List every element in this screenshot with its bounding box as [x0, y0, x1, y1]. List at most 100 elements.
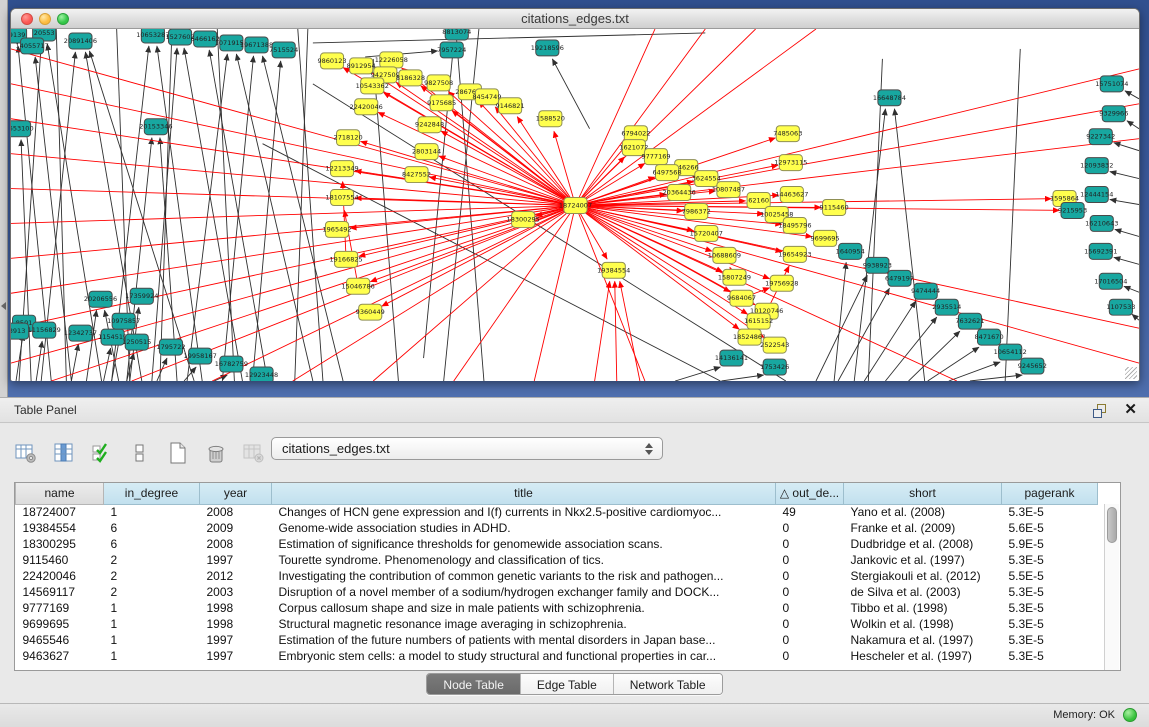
graph-node[interactable]: 19166825	[329, 251, 362, 267]
graph-node[interactable]: 12213349	[325, 161, 358, 177]
table-row[interactable]: 969969511998Structural magnetic resonanc…	[16, 616, 1098, 632]
table-row[interactable]: 946554611997Estimation of the future num…	[16, 632, 1098, 648]
float-panel-button[interactable]	[1093, 403, 1109, 419]
graph-node[interactable]: 15751074	[1095, 76, 1128, 92]
network-window-titlebar[interactable]: citations_edges.txt	[11, 9, 1139, 29]
graph-node[interactable]: 9245652	[1018, 358, 1047, 374]
graph-node[interactable]: 15720407	[690, 225, 723, 241]
graph-node[interactable]: 10543362	[356, 78, 389, 94]
graph-node[interactable]: 1615152	[744, 313, 773, 329]
graph-node[interactable]: 2935514	[932, 299, 961, 315]
table-row[interactable]: 1830029562008Estimation of significance …	[16, 536, 1098, 552]
graph-node[interactable]: 9227342	[1086, 129, 1115, 145]
graph-node[interactable]: 10975857	[107, 313, 140, 329]
table-row[interactable]: 1456911722003Disruption of a novel membe…	[16, 584, 1098, 600]
graph-node[interactable]: 9860123	[317, 53, 346, 69]
graph-node[interactable]: 18107554	[325, 190, 358, 206]
graph-node[interactable]: 10654112	[994, 344, 1027, 360]
graph-node[interactable]: 7485063	[773, 126, 802, 142]
graph-node[interactable]: 3913	[11, 323, 29, 339]
column-header-name[interactable]: name	[16, 483, 104, 504]
graph-node[interactable]: 1795722	[156, 339, 185, 355]
table-scrollbar[interactable]	[1104, 504, 1119, 671]
graph-node[interactable]: 14055717	[16, 38, 49, 54]
graph-node[interactable]: 6497568	[653, 165, 682, 181]
graph-node[interactable]: 9474444	[911, 283, 940, 299]
graph-node[interactable]: 12226058	[375, 52, 408, 68]
graph-node[interactable]: 17359924	[125, 288, 158, 304]
table-row[interactable]: 946362711997Embryonic stem cells: a mode…	[16, 648, 1098, 664]
tab-network-table[interactable]: Network Table	[614, 674, 722, 694]
table-row[interactable]: 2242004622012Investigating the contribut…	[16, 568, 1098, 584]
graph-node[interactable]: 15046786	[342, 278, 375, 294]
graph-node[interactable]: 18724007	[559, 198, 592, 214]
table-selector-combobox[interactable]: citations_edges.txt	[271, 437, 663, 460]
graph-node[interactable]: 12093832	[1080, 158, 1113, 174]
table-row[interactable]: 911546021997Tourette syndrome. Phenomeno…	[16, 552, 1098, 568]
graph-node[interactable]: 12444154	[1080, 187, 1113, 203]
graph-node[interactable]: 19654923	[778, 246, 811, 262]
graph-node[interactable]: 20364436	[663, 185, 696, 201]
select-columns-button[interactable]	[90, 441, 114, 465]
graph-node[interactable]: 15807249	[718, 269, 751, 285]
graph-node[interactable]: 9684067	[727, 290, 756, 306]
graph-node[interactable]: 7986372	[682, 204, 711, 220]
graph-node[interactable]: 1965492	[322, 221, 351, 237]
left-splitter[interactable]	[0, 0, 8, 397]
close-window-button[interactable]	[21, 13, 33, 25]
tab-node-table[interactable]: Node Table	[427, 674, 521, 694]
graph-node[interactable]: 1588520	[536, 111, 565, 127]
column-header-pagerank[interactable]: pagerank	[1002, 483, 1098, 504]
graph-node[interactable]: 8186328	[396, 70, 425, 86]
graph-node[interactable]: 9215953	[1058, 203, 1087, 219]
graph-node[interactable]: 16648784	[873, 90, 906, 106]
graph-node[interactable]: 2522543	[760, 337, 789, 353]
graph-node[interactable]: 14136141	[715, 350, 748, 366]
graph-node[interactable]: 9329966	[1099, 106, 1128, 122]
column-header-short[interactable]: short	[844, 483, 1002, 504]
graph-node[interactable]: 9360449	[356, 304, 385, 320]
delete-attribute-button[interactable]	[204, 441, 228, 465]
show-column-button[interactable]	[52, 441, 76, 465]
graph-node[interactable]: 19756928	[765, 275, 798, 291]
delete-table-button-disabled[interactable]	[242, 441, 266, 465]
graph-node[interactable]: 12923448	[245, 367, 278, 381]
table-row[interactable]: 977716911998Corpus callosum shape and si…	[16, 600, 1098, 616]
network-canvas[interactable]: 1872400718300295193845549860123891295412…	[11, 29, 1139, 381]
graph-node[interactable]: 10807487	[712, 182, 745, 198]
zoom-window-button[interactable]	[57, 13, 69, 25]
graph-node[interactable]: 1753426	[760, 359, 789, 375]
graph-node[interactable]: 20206556	[84, 291, 117, 307]
graph-node[interactable]: 20891406	[64, 33, 97, 49]
graph-node[interactable]: 9777169	[641, 149, 670, 165]
table-row[interactable]: 1938455462009Genome-wide association stu…	[16, 520, 1098, 536]
graph-node[interactable]: 9938923	[863, 257, 892, 273]
graph-node[interactable]: 1640954	[836, 243, 865, 259]
graph-node[interactable]: 62160	[747, 193, 770, 209]
graph-node[interactable]: 17016504	[1094, 273, 1127, 289]
column-header-out_de[interactable]: △ out_de...	[776, 483, 844, 504]
graph-node[interactable]: 16782759	[215, 356, 248, 372]
column-header-in_degree[interactable]: in_degree	[104, 483, 200, 504]
graph-node[interactable]: 9242848	[415, 117, 444, 133]
graph-node[interactable]: 1250515	[122, 334, 151, 350]
table-scrollbar-thumb[interactable]	[1107, 507, 1117, 543]
graph-node[interactable]: 9175685	[427, 95, 456, 111]
close-panel-button[interactable]: ✕	[1124, 401, 1137, 419]
graph-node[interactable]: 8427552	[402, 167, 431, 183]
graph-node[interactable]: 16210643	[1085, 215, 1118, 231]
tab-edge-table[interactable]: Edge Table	[521, 674, 614, 694]
graph-node[interactable]: 18300295	[507, 211, 540, 227]
graph-node[interactable]: 19958167	[184, 348, 217, 364]
column-header-year[interactable]: year	[200, 483, 272, 504]
graph-node[interactable]: 22420046	[350, 99, 383, 115]
graph-node[interactable]: 7515524	[269, 42, 298, 58]
new-attribute-button[interactable]	[166, 441, 190, 465]
graph-node[interactable]: 6479197	[885, 270, 914, 286]
graph-node[interactable]: 9146821	[496, 98, 525, 114]
graph-node[interactable]: 12973115	[774, 155, 807, 171]
graph-node[interactable]: 19384554	[597, 262, 630, 278]
graph-node[interactable]: 2718120	[334, 130, 363, 146]
column-header-title[interactable]: title	[272, 483, 776, 504]
graph-node[interactable]: 2653100	[11, 121, 34, 137]
